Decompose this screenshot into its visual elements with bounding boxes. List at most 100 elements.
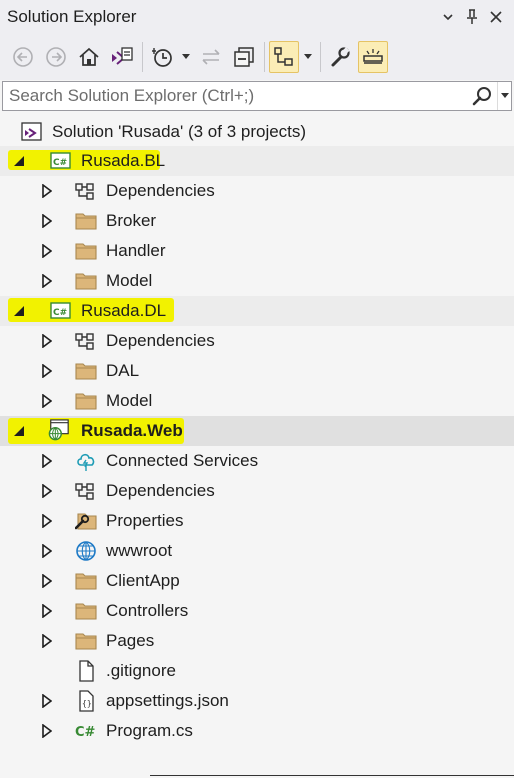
svg-text:C#: C#	[53, 158, 67, 168]
tree-item-folder[interactable]: Pages	[0, 626, 514, 656]
tree-item-dependencies[interactable]: Dependencies	[0, 326, 514, 356]
search-input[interactable]	[3, 86, 467, 106]
collapsed-arrow-icon[interactable]	[40, 604, 54, 618]
collapsed-arrow-icon[interactable]	[40, 334, 54, 348]
collapsed-arrow-icon[interactable]	[40, 214, 54, 228]
tree-item-label: Model	[106, 271, 153, 290]
search-options-dropdown[interactable]	[497, 82, 511, 110]
tree-item-file[interactable]: C# Program.cs	[0, 716, 514, 746]
close-button[interactable]	[484, 5, 508, 29]
tree-item-label: Connected Services	[106, 451, 259, 470]
collapsed-arrow-icon[interactable]	[40, 184, 54, 198]
tree-item-label: Dependencies	[106, 481, 215, 500]
tree-item-folder[interactable]: Handler	[0, 236, 514, 266]
expanded-arrow-icon[interactable]	[12, 304, 26, 318]
folder-icon	[75, 360, 97, 382]
tree-item-folder[interactable]: ClientApp	[0, 566, 514, 596]
tree-item-dependencies[interactable]: Dependencies	[0, 176, 514, 206]
project-node[interactable]: C# Rusada.BL	[0, 146, 514, 176]
tree-item-label: DAL	[106, 361, 140, 380]
json-file-icon: {}	[75, 690, 97, 712]
pending-changes-dropdown[interactable]	[180, 41, 192, 73]
home-button[interactable]	[74, 41, 104, 73]
collapsed-arrow-icon[interactable]	[40, 514, 54, 528]
dependencies-icon	[75, 330, 97, 352]
properties-folder-icon	[75, 510, 97, 532]
collapse-all-icon	[234, 47, 254, 67]
pin-button[interactable]	[460, 5, 484, 29]
window-title: Solution Explorer	[7, 7, 137, 26]
tree-item-label: Pages	[106, 631, 155, 650]
tree-item-file[interactable]: .gitignore	[0, 656, 514, 686]
tree-item-wwwroot[interactable]: wwwroot	[0, 536, 514, 566]
collapse-all-button[interactable]	[229, 41, 259, 73]
home-icon	[79, 47, 99, 66]
collapsed-arrow-icon[interactable]	[40, 544, 54, 558]
folder-icon	[75, 630, 97, 652]
solution-label: Solution 'Rusada' (3 of 3 projects)	[52, 122, 307, 141]
forward-arrow-icon	[46, 47, 66, 67]
sync-with-active-document-button[interactable]	[196, 41, 226, 73]
text-file-icon	[75, 660, 97, 682]
preview-selected-items-button[interactable]	[358, 41, 388, 73]
tree-item-properties[interactable]: Properties	[0, 506, 514, 536]
connected-services-icon	[75, 450, 97, 472]
tree-item-folder[interactable]: DAL	[0, 356, 514, 386]
properties-button[interactable]	[325, 41, 355, 73]
collapsed-arrow-icon[interactable]	[40, 694, 54, 708]
project-node[interactable]: C# Rusada.DL	[0, 296, 514, 326]
expanded-arrow-icon[interactable]	[12, 424, 26, 438]
tree-item-connected-services[interactable]: Connected Services	[0, 446, 514, 476]
svg-text:C#: C#	[75, 725, 96, 740]
collapsed-arrow-icon[interactable]	[40, 724, 54, 738]
tree-item-folder[interactable]: Broker	[0, 206, 514, 236]
collapsed-arrow-icon[interactable]	[40, 364, 54, 378]
caret-down-icon	[500, 93, 509, 98]
solution-node[interactable]: Solution 'Rusada' (3 of 3 projects)	[0, 117, 514, 147]
back-arrow-icon	[13, 47, 33, 67]
folder-icon	[75, 270, 97, 292]
toolbar	[0, 34, 514, 80]
window-position-dropdown-button[interactable]	[436, 5, 460, 29]
clock-icon	[152, 48, 172, 67]
folder-icon	[75, 240, 97, 262]
collapsed-arrow-icon[interactable]	[40, 244, 54, 258]
collapsed-arrow-icon[interactable]	[40, 484, 54, 498]
show-all-files-button[interactable]	[269, 41, 299, 73]
collapsed-arrow-icon[interactable]	[40, 454, 54, 468]
dependencies-icon	[75, 480, 97, 502]
tree-item-folder[interactable]: Model	[0, 266, 514, 296]
toolbar-separator	[320, 42, 321, 72]
folder-icon	[75, 570, 97, 592]
tree-item-label: ClientApp	[106, 571, 180, 590]
project-label: Rusada.DL	[81, 301, 167, 320]
tree-item-folder[interactable]: Controllers	[0, 596, 514, 626]
forward-button[interactable]	[41, 41, 71, 73]
caret-down-icon	[182, 54, 190, 59]
tree-item-folder[interactable]: Model	[0, 386, 514, 416]
project-node[interactable]: Rusada.Web	[0, 416, 514, 446]
tree-item-label: wwwroot	[106, 541, 173, 560]
tree-item-dependencies[interactable]: Dependencies	[0, 476, 514, 506]
switch-views-button[interactable]	[107, 41, 137, 73]
globe-icon	[75, 540, 97, 562]
back-button[interactable]	[8, 41, 38, 73]
tree-item-file[interactable]: {} appsettings.json	[0, 686, 514, 716]
tree-item-label: Controllers	[106, 601, 189, 620]
tree-item-label: Program.cs	[106, 721, 193, 740]
collapsed-arrow-icon[interactable]	[40, 394, 54, 408]
collapsed-arrow-icon[interactable]	[40, 274, 54, 288]
project-label: Rusada.Web	[81, 421, 183, 440]
show-all-files-dropdown[interactable]	[302, 41, 314, 73]
pending-changes-filter-button[interactable]	[147, 41, 177, 73]
csharp-project-icon: C#	[50, 150, 72, 172]
tree-item-label: Broker	[106, 211, 157, 230]
preview-icon	[363, 49, 383, 64]
search-button[interactable]	[467, 82, 497, 110]
collapsed-arrow-icon[interactable]	[40, 574, 54, 588]
tree-item-label: Properties	[106, 511, 184, 530]
tree-item-label: Model	[106, 391, 153, 410]
chevron-down-icon	[443, 14, 453, 21]
collapsed-arrow-icon[interactable]	[40, 634, 54, 648]
expanded-arrow-icon[interactable]	[12, 154, 26, 168]
